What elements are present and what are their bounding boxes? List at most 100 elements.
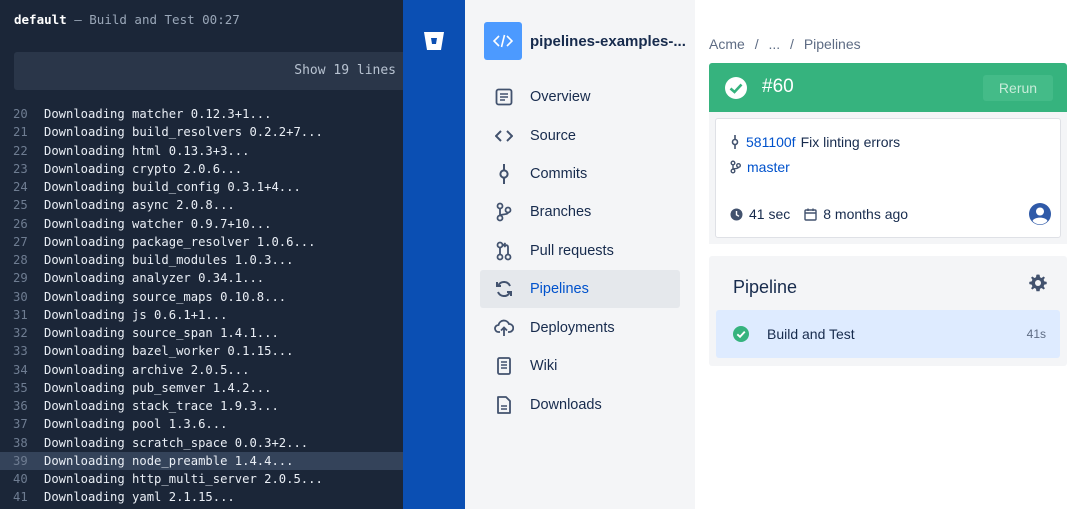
log-line-number: 30 <box>13 289 28 304</box>
build-status-bar: #60 Rerun <box>709 63 1067 112</box>
log-line-text: Downloading yaml 2.1.15... <box>44 490 235 505</box>
pipelines-icon <box>494 279 514 299</box>
log-line[interactable]: 26 Downloading watcher 0.9.7+10... <box>0 215 403 233</box>
log-step-name: default <box>14 12 67 27</box>
log-line-number: 25 <box>13 198 28 213</box>
overview-icon <box>494 87 514 107</box>
log-line-number: 32 <box>13 326 28 340</box>
user-avatar-icon[interactable] <box>1029 203 1051 225</box>
log-line-number: 35 <box>13 380 28 395</box>
log-line[interactable]: 37 Downloading pool 1.3.6... <box>0 415 403 433</box>
log-line[interactable]: 40 Downloading http_multi_server 2.0.5... <box>0 470 403 488</box>
sidebar-item-wiki[interactable]: Wiki <box>480 347 680 385</box>
build-number: #60 <box>762 76 794 97</box>
project-sidebar: pipelines-examples-... Overview Source C… <box>465 0 695 509</box>
branch-icon <box>730 160 741 174</box>
downloads-icon <box>494 395 514 415</box>
sidebar-item-label: Downloads <box>530 397 602 413</box>
sidebar-item-deployments[interactable]: Deployments <box>480 309 680 347</box>
pipeline-card: Pipeline Build and Test 41s <box>709 256 1067 366</box>
log-line[interactable]: 29 Downloading analyzer 0.34.1... <box>0 269 403 287</box>
log-line[interactable]: 23 Downloading crypto 2.0.6... <box>0 160 403 178</box>
log-line-number: 22 <box>13 143 28 158</box>
log-line[interactable]: 34 Downloading archive 2.0.5... <box>0 361 403 379</box>
sidebar-item-label: Wiki <box>530 358 558 374</box>
log-header: default — Build and Test 00:27 <box>14 12 240 27</box>
gear-icon[interactable] <box>1028 273 1048 293</box>
log-line-text: Downloading scratch_space 0.0.3+2... <box>44 435 309 450</box>
global-nav <box>403 0 465 509</box>
sidebar-item-source[interactable]: Source <box>480 117 680 155</box>
log-line[interactable]: 28 Downloading build_modules 1.0.3... <box>0 251 403 269</box>
sidebar-item-downloads[interactable]: Downloads <box>480 386 680 424</box>
log-line[interactable]: 22 Downloading html 0.13.3+3... <box>0 142 403 160</box>
log-line[interactable]: 27 Downloading package_resolver 1.0.6... <box>0 233 403 251</box>
log-lines: 20 Downloading matcher 0.12.3+1... 21 Downl… <box>0 105 403 507</box>
log-line-text: Downloading http_multi_server 2.0.5... <box>44 472 323 486</box>
log-line-text: Downloading crypto 2.0.6... <box>44 161 243 176</box>
log-line-text: Downloading pub_semver 1.4.2... <box>44 380 272 395</box>
log-line[interactable]: 25 Downloading async 2.0.8... <box>0 196 403 214</box>
sidebar-item-pull-requests[interactable]: Pull requests <box>480 232 680 270</box>
pipeline-step-row[interactable]: Build and Test 41s <box>716 310 1060 358</box>
log-line-text: Downloading analyzer 0.34.1... <box>44 271 265 286</box>
step-name: Build and Test <box>767 326 855 342</box>
log-line-text: Downloading build_resolvers 0.2.2+7... <box>44 125 323 140</box>
commit-hash-link[interactable]: 581100f <box>746 134 796 150</box>
log-line-text: Downloading build_config 0.3.1+4... <box>44 180 301 194</box>
log-line[interactable]: 39 Downloading node_preamble 1.4.4... <box>0 451 403 470</box>
breadcrumb-ellipsis[interactable]: ... <box>768 36 780 52</box>
show-lines-button[interactable]: Show 19 lines <box>14 52 403 90</box>
main-content: Acme / ... / Pipelines #60 Rerun 581100f… <box>695 0 1080 509</box>
log-panel: default — Build and Test 00:27 Show 19 l… <box>0 0 403 509</box>
log-line-number: 38 <box>13 435 28 450</box>
log-line[interactable]: 36 Downloading stack_trace 1.9.3... <box>0 397 403 415</box>
build-duration: 41 sec <box>749 206 791 222</box>
log-line[interactable]: 24 Downloading build_config 0.3.1+4... <box>0 178 403 196</box>
build-timing-row: 41 sec 8 months ago <box>730 206 908 222</box>
branch-link[interactable]: master <box>747 159 790 175</box>
calendar-icon <box>804 208 817 221</box>
commit-row: 581100f Fix linting errors <box>730 134 900 150</box>
log-line[interactable]: 30 Downloading source_maps 0.10.8... <box>0 288 403 306</box>
sidebar-item-label: Deployments <box>530 320 615 336</box>
code-icon <box>493 34 513 48</box>
breadcrumb-pipelines[interactable]: Pipelines <box>804 36 861 52</box>
log-line-text: Downloading build_modules 1.0.3... <box>44 253 294 267</box>
commit-icon <box>494 164 514 184</box>
log-line-number: 27 <box>13 234 28 249</box>
sidebar-item-branches[interactable]: Branches <box>480 193 680 231</box>
log-line-text: Downloading source_span 1.4.1... <box>44 326 279 340</box>
log-line-text: Downloading package_resolver 1.0.6... <box>44 234 316 249</box>
sidebar-item-commits[interactable]: Commits <box>480 155 680 193</box>
log-line[interactable]: 35 Downloading pub_semver 1.4.2... <box>0 379 403 397</box>
commit-message: Fix linting errors <box>800 134 901 150</box>
log-line-text: Downloading async 2.0.8... <box>44 198 235 213</box>
log-line[interactable]: 32 Downloading source_span 1.4.1... <box>0 324 403 342</box>
sidebar-item-overview[interactable]: Overview <box>480 78 680 116</box>
repo-name[interactable]: pipelines-examples-... <box>530 33 686 50</box>
sidebar-item-pipelines[interactable]: Pipelines <box>480 270 680 308</box>
log-line[interactable]: 20 Downloading matcher 0.12.3+1... <box>0 105 403 123</box>
deployments-icon <box>494 318 514 338</box>
log-line-number: 21 <box>13 125 28 140</box>
log-line[interactable]: 21 Downloading build_resolvers 0.2.2+7... <box>0 123 403 141</box>
log-line[interactable]: 38 Downloading scratch_space 0.0.3+2... <box>0 434 403 452</box>
log-line-number: 41 <box>13 490 28 505</box>
bitbucket-logo-icon[interactable] <box>423 30 445 52</box>
log-line[interactable]: 33 Downloading bazel_worker 0.1.15... <box>0 342 403 360</box>
sidebar-item-label: Pull requests <box>530 243 614 259</box>
branch-row: master <box>730 159 790 175</box>
commit-card: 581100f Fix linting errors master 41 sec… <box>709 112 1067 244</box>
breadcrumb-acme[interactable]: Acme <box>709 36 745 52</box>
log-line[interactable]: 31 Downloading js 0.6.1+1... <box>0 306 403 324</box>
rerun-button[interactable]: Rerun <box>983 75 1053 101</box>
log-line-number: 26 <box>13 216 28 231</box>
repo-header[interactable]: pipelines-examples-... <box>484 22 686 60</box>
build-age: 8 months ago <box>823 206 909 222</box>
repo-avatar[interactable] <box>484 22 522 60</box>
breadcrumb-separator: / <box>754 36 759 52</box>
log-line-number: 37 <box>13 417 28 432</box>
log-line-number: 24 <box>13 180 28 194</box>
log-line[interactable]: 41 Downloading yaml 2.1.15... <box>0 488 403 506</box>
